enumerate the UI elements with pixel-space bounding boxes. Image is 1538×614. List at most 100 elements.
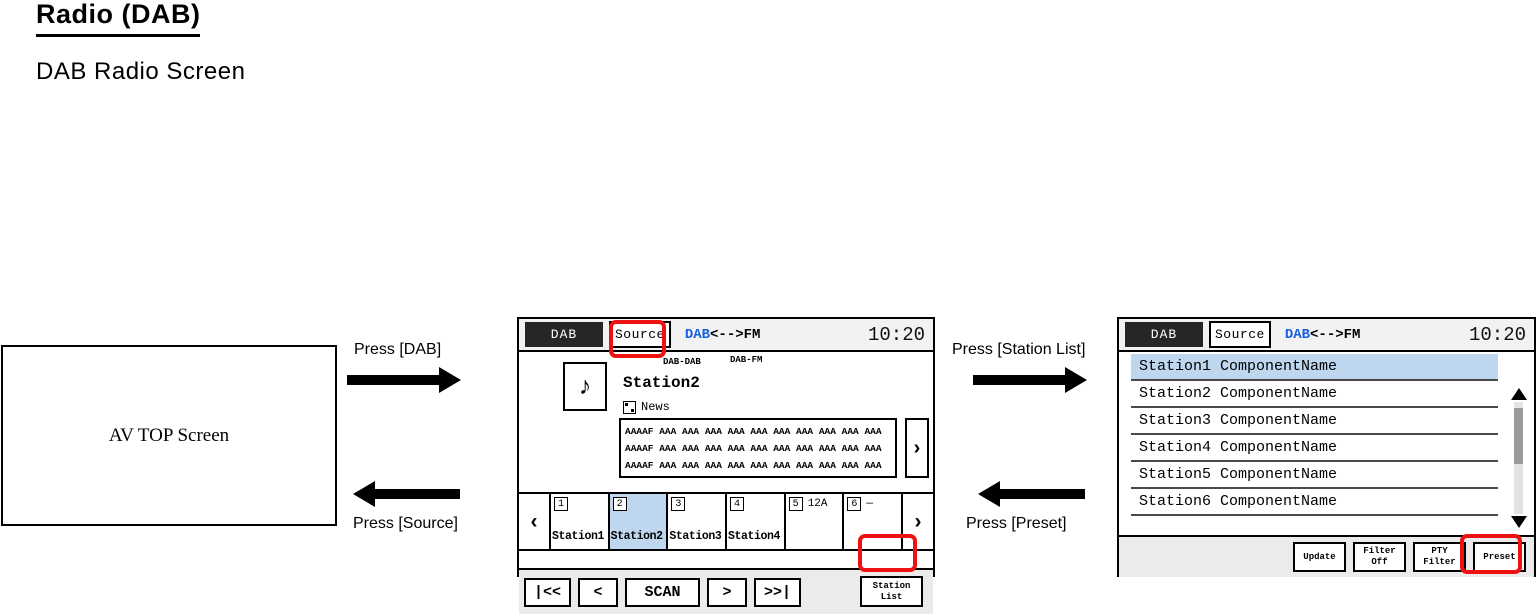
scroll-down-arrow-icon[interactable] [1511, 516, 1527, 528]
music-note-icon: ♪ [563, 362, 607, 411]
preset-button-line1: Preset [1483, 551, 1516, 562]
source-button-label: Source [1215, 327, 1265, 342]
band-active-label: DAB [1284, 326, 1311, 343]
arrow-left-to-main-head [978, 481, 1000, 507]
station-list-rows: Station1 ComponentName Station2 Componen… [1131, 354, 1498, 516]
seek-end-button[interactable]: >>| [754, 577, 801, 607]
arrow-right-to-main-head [439, 367, 461, 393]
preset-label: Station4 [728, 530, 781, 543]
station-list-button-line2: List [880, 591, 903, 602]
preset-button-3[interactable]: 3 Station3 [666, 494, 726, 549]
radio-text-next-button[interactable]: › [905, 418, 929, 478]
station-list-button-bar: Update Filter Off PTY Filter Preset [1119, 535, 1534, 577]
preset-label: Station1 [552, 530, 605, 543]
list-item[interactable]: Station1 ComponentName [1131, 354, 1498, 381]
transition-label-press-station-list: Press [Station List] [952, 341, 1086, 358]
preset-button-6[interactable]: 6 — [842, 494, 902, 549]
page-title: Radio (DAB) [36, 0, 201, 37]
pty-row: News [623, 400, 670, 414]
radio-text-line: AAAAF AAA AAA AAA AAA AAA AAA AAA AAA AA… [625, 443, 882, 454]
pty-label: News [641, 400, 670, 414]
pty-icon [623, 400, 636, 414]
list-item[interactable]: Station4 ComponentName [1131, 435, 1498, 462]
preset-button-2[interactable]: 2 Station2 [607, 494, 667, 549]
mode-label-dab-dab: DAB-DAB [663, 357, 701, 367]
list-header: DAB Source DAB<-->FM 10:20 [1119, 319, 1534, 352]
dab-radio-main-screen: DAB Source DAB<-->FM 10:20 ♪ DAB-DAB DAB… [517, 317, 935, 614]
preset-prev-button[interactable]: ‹ [519, 494, 549, 549]
pty-filter-button[interactable]: PTY Filter [1413, 542, 1466, 572]
preset-label: Station3 [669, 530, 722, 543]
band-switch-indicator[interactable]: DAB<-->FM [685, 327, 761, 343]
source-button-label: Source [615, 327, 665, 342]
station-list-scrollbar[interactable] [1511, 388, 1527, 528]
list-item[interactable]: Station5 ComponentName [1131, 462, 1498, 489]
av-top-screen-label: AV TOP Screen [108, 424, 230, 446]
source-button[interactable]: Source [1209, 321, 1271, 348]
arrow-right-to-list [973, 375, 1065, 385]
preset-label: Station2 [610, 530, 663, 543]
transport-control-bar: |<< < SCAN > >>| Station List [519, 570, 933, 614]
preset-button[interactable]: Preset [1473, 542, 1526, 572]
mode-label-dab-fm: DAB-FM [730, 355, 763, 365]
preset-ensemble: — [866, 498, 873, 510]
band-switch-indicator[interactable]: DAB<-->FM [1285, 327, 1361, 343]
page-subtitle: DAB Radio Screen [36, 58, 246, 85]
transition-label-press-preset: Press [Preset] [966, 515, 1067, 532]
update-button-line1: Update [1303, 551, 1336, 562]
main-body: ♪ DAB-DAB DAB-FM Station2 News AAAAF AAA… [519, 352, 933, 494]
list-item[interactable]: Station6 ComponentName [1131, 489, 1498, 516]
seek-up-button[interactable]: > [707, 577, 747, 607]
pty-filter-button-line2: Filter [1423, 557, 1456, 567]
radio-text-box: AAAAF AAA AAA AAA AAA AAA AAA AAA AAA AA… [619, 418, 897, 478]
preset-button-1[interactable]: 1 Station1 [549, 494, 608, 549]
preset-button-5[interactable]: 5 12A [783, 494, 843, 549]
arrow-left-to-main [1000, 489, 1085, 499]
arrow-right-to-main [347, 375, 439, 385]
list-item[interactable]: Station2 ComponentName [1131, 381, 1498, 408]
seek-start-button[interactable]: |<< [524, 577, 571, 607]
scroll-up-arrow-icon[interactable] [1511, 388, 1527, 400]
scrollbar-track[interactable] [1514, 402, 1523, 514]
source-tag: DAB [525, 322, 603, 347]
preset-number: 3 [671, 497, 686, 511]
station-list-button-line1: Station [872, 580, 911, 591]
preset-number: 2 [612, 497, 627, 511]
current-station-name: Station2 [623, 374, 700, 392]
arrow-right-to-list-head [1065, 367, 1087, 393]
preset-number: 4 [730, 497, 745, 511]
scan-button[interactable]: SCAN [625, 577, 700, 607]
filter-button-line2: Off [1371, 557, 1388, 567]
av-top-screen-box: AV TOP Screen [1, 345, 337, 526]
transition-label-press-dab: Press [DAB] [354, 341, 442, 358]
band-inactive-label: <-->FM [1310, 326, 1361, 343]
filter-off-button[interactable]: Filter Off [1353, 542, 1406, 572]
transition-label-press-source: Press [Source] [353, 515, 458, 532]
clock: 10:20 [1468, 323, 1526, 346]
radio-text-line: AAAAF AAA AAA AAA AAA AAA AAA AAA AAA AA… [625, 426, 882, 437]
preset-spacer [519, 551, 933, 570]
band-inactive-label: <-->FM [710, 326, 761, 343]
scrollbar-thumb[interactable] [1514, 408, 1523, 464]
preset-button-4[interactable]: 4 Station4 [725, 494, 784, 549]
preset-number: 5 [788, 497, 803, 511]
arrow-left-to-avtop-head [353, 481, 375, 507]
seek-down-button[interactable]: < [578, 577, 618, 607]
band-active-label: DAB [684, 326, 711, 343]
source-button[interactable]: Source [609, 321, 671, 348]
preset-number: 6 [847, 497, 862, 511]
update-button[interactable]: Update [1293, 542, 1346, 572]
clock: 10:20 [867, 323, 925, 346]
preset-strip: ‹ 1 Station1 2 Station2 3 Station3 4 Sta… [519, 494, 933, 551]
radio-text-line: AAAAF AAA AAA AAA AAA AAA AAA AAA AAA AA… [625, 460, 882, 471]
list-item[interactable]: Station3 ComponentName [1131, 408, 1498, 435]
pty-filter-button-line1: PTY [1431, 546, 1448, 556]
filter-button-line1: Filter [1363, 546, 1396, 556]
station-list-body: Station1 ComponentName Station2 Componen… [1119, 352, 1534, 535]
station-list-button[interactable]: Station List [860, 576, 923, 607]
main-header: DAB Source DAB<-->FM 10:20 [519, 319, 933, 352]
preset-ensemble: 12A [807, 498, 828, 510]
preset-next-button[interactable]: › [901, 494, 933, 549]
arrow-left-to-avtop [375, 489, 460, 499]
dab-station-list-screen: DAB Source DAB<-->FM 10:20 Station1 Comp… [1117, 317, 1536, 577]
